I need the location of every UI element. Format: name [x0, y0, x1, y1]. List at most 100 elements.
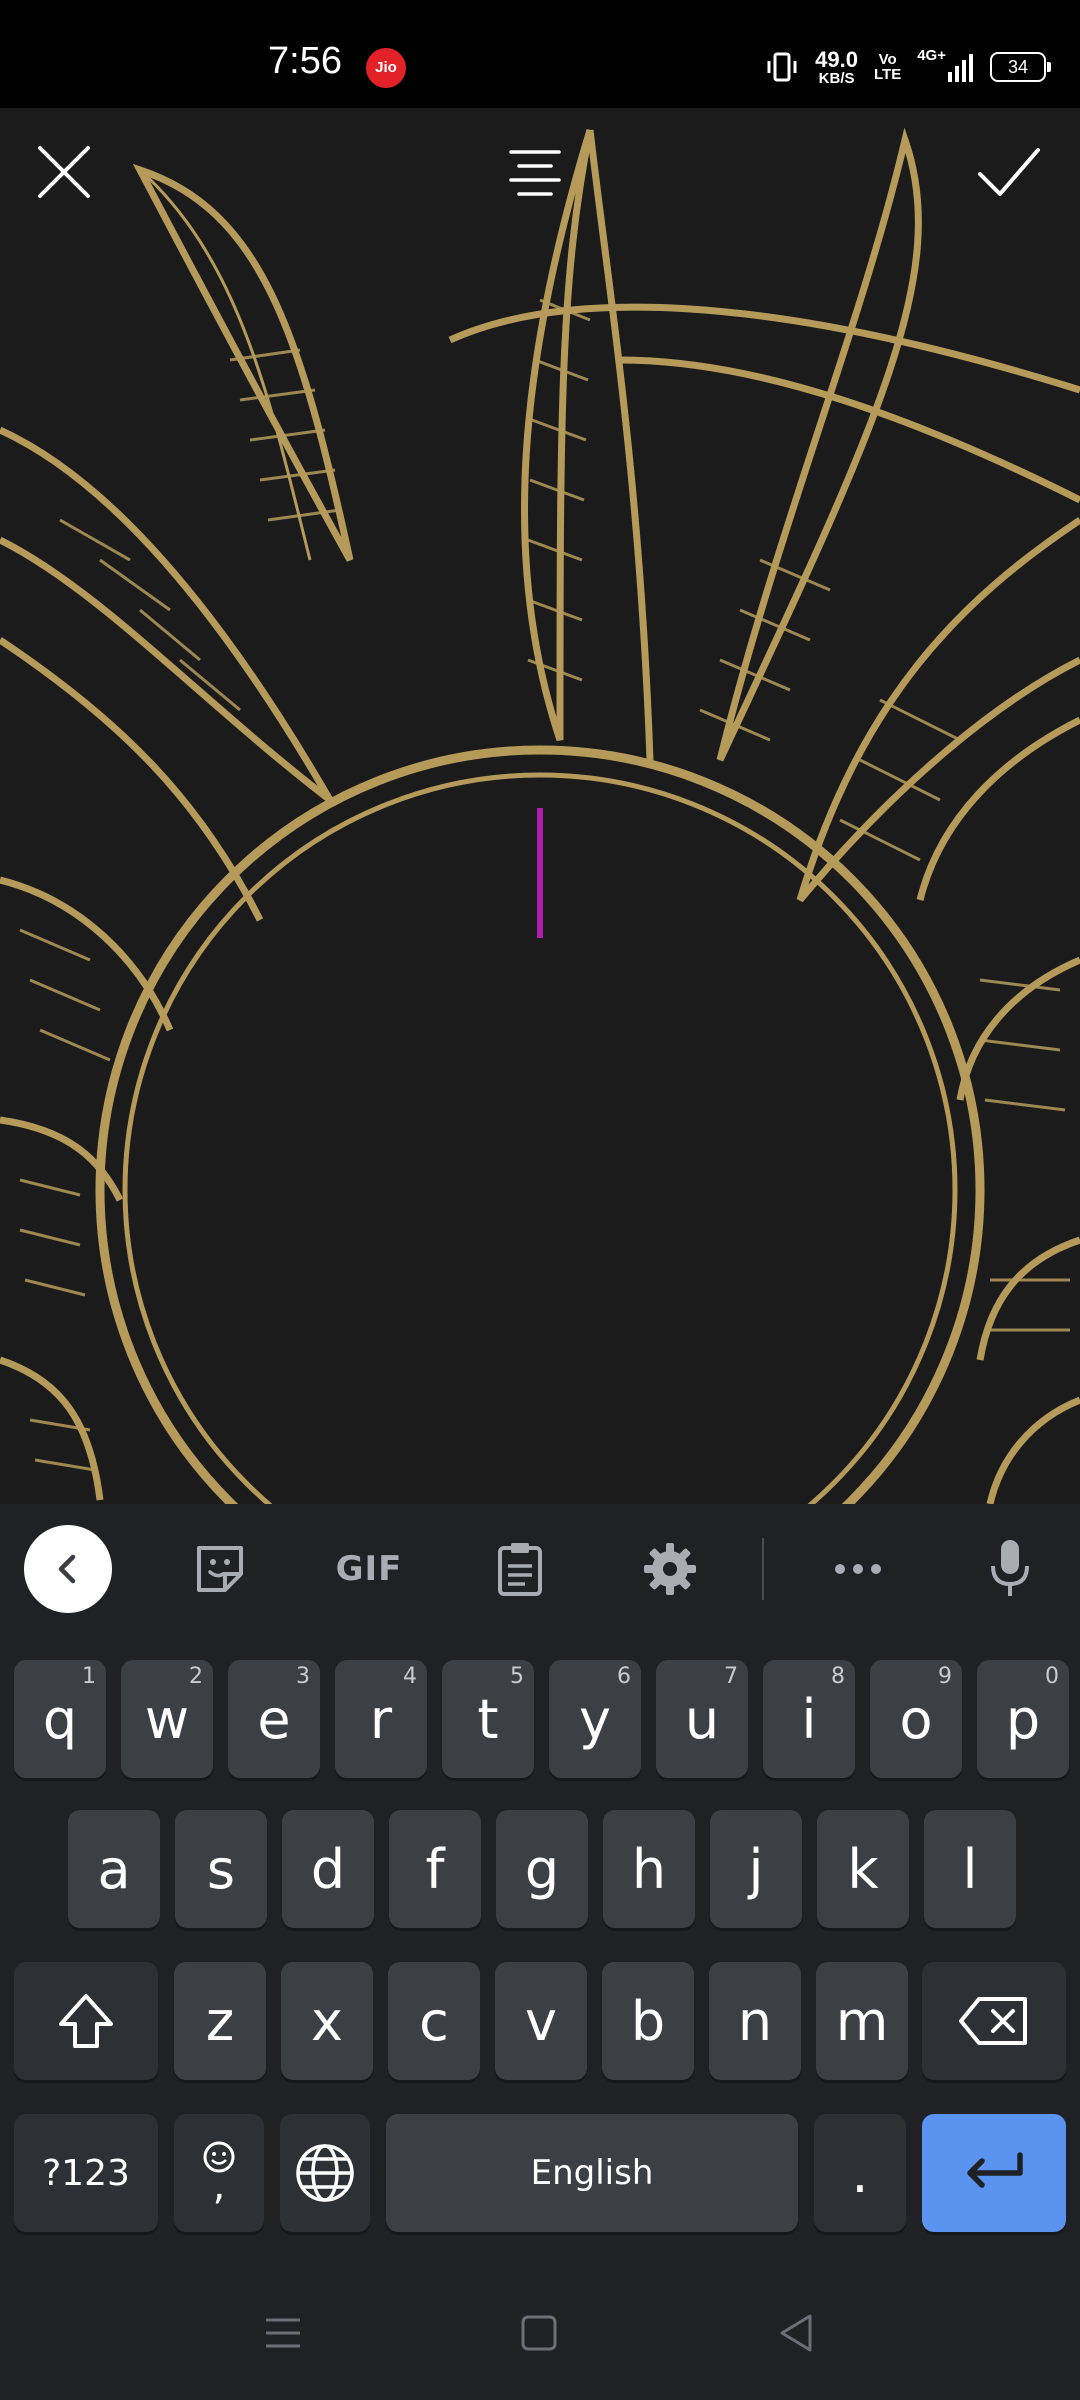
key-label: j [748, 1837, 764, 1901]
recent-apps-icon[interactable] [258, 2308, 308, 2358]
sticker-button[interactable] [184, 1528, 256, 1610]
key-u[interactable]: u7 [656, 1660, 748, 1778]
globe-icon [296, 2144, 354, 2202]
more-horizontal-icon [835, 1564, 881, 1574]
more-button[interactable] [822, 1528, 894, 1610]
key-label: i [801, 1687, 817, 1751]
shift-icon [59, 1994, 113, 2048]
keyboard-toolbar: GIF [0, 1504, 1080, 1634]
key-c[interactable]: c [388, 1962, 480, 2080]
key-label: b [630, 1989, 666, 2053]
key-a[interactable]: a [68, 1810, 160, 1928]
volte-top: Vo [878, 51, 897, 68]
key-z[interactable]: z [174, 1962, 266, 2080]
chevron-left-icon [58, 1554, 76, 1584]
key-label: g [524, 1837, 560, 1901]
key-label: m [835, 1989, 889, 2053]
status-time: 7:56 [268, 40, 342, 82]
space-key[interactable]: English [386, 2114, 798, 2232]
key-p[interactable]: p0 [977, 1660, 1069, 1778]
key-label: x [311, 1989, 343, 2053]
key-t[interactable]: t5 [442, 1660, 534, 1778]
gear-icon [644, 1543, 696, 1595]
key-o[interactable]: o9 [870, 1660, 962, 1778]
navigation-bar [0, 2270, 1080, 2400]
key-label: o [899, 1687, 933, 1751]
key-hint: 0 [1045, 1664, 1059, 1689]
language-key[interactable] [280, 2114, 370, 2232]
key-label: q [42, 1687, 78, 1751]
volte-indicator: Vo LTE [874, 52, 901, 82]
network-speed: 49.0 KB/S [815, 46, 858, 86]
toolbar-back-button[interactable] [24, 1525, 112, 1613]
backspace-key[interactable] [922, 1962, 1066, 2080]
key-d[interactable]: d [282, 1810, 374, 1928]
key-k[interactable]: k [817, 1810, 909, 1928]
comma-label: , [212, 2163, 226, 2209]
key-j[interactable]: j [710, 1810, 802, 1928]
emoji-comma-key[interactable]: , [174, 2114, 264, 2232]
text-align-button[interactable] [505, 142, 575, 212]
key-hint: 3 [296, 1664, 310, 1689]
clipboard-button[interactable] [484, 1528, 556, 1610]
key-hint: 9 [938, 1664, 952, 1689]
key-hint: 1 [82, 1664, 96, 1689]
key-v[interactable]: v [495, 1962, 587, 2080]
key-i[interactable]: i8 [763, 1660, 855, 1778]
key-label: f [425, 1837, 445, 1901]
close-button[interactable] [34, 142, 104, 212]
microphone-icon [991, 1540, 1029, 1596]
key-label: h [631, 1837, 667, 1901]
home-icon[interactable] [514, 2308, 564, 2358]
key-h[interactable]: h [603, 1810, 695, 1928]
network-type: 4G+ [917, 47, 946, 64]
check-icon [978, 148, 1040, 196]
carrier-badge: Jio [366, 48, 406, 88]
confirm-button[interactable] [976, 142, 1046, 212]
voice-input-button[interactable] [974, 1528, 1046, 1610]
period-key[interactable]: . [814, 2114, 906, 2232]
key-label: e [257, 1687, 291, 1751]
key-hint: 6 [617, 1664, 631, 1689]
enter-key[interactable] [922, 2114, 1066, 2232]
keyboard-settings-button[interactable] [634, 1528, 706, 1610]
key-y[interactable]: y6 [549, 1660, 641, 1778]
key-m[interactable]: m [816, 1962, 908, 2080]
key-label: s [206, 1837, 236, 1901]
key-x[interactable]: x [281, 1962, 373, 2080]
toolbar-divider [762, 1538, 764, 1600]
clipboard-icon [498, 1543, 542, 1596]
backspace-icon [959, 1997, 1027, 2045]
signal-icon: 4G+ [917, 47, 974, 82]
key-label: z [205, 1989, 235, 2053]
text-align-center-icon [509, 150, 561, 196]
key-e[interactable]: e3 [228, 1660, 320, 1778]
key-s[interactable]: s [175, 1810, 267, 1928]
key-label: t [477, 1687, 499, 1751]
key-label: w [144, 1687, 190, 1751]
text-cursor [537, 808, 543, 938]
key-label: l [962, 1837, 978, 1901]
sun-artwork [0, 127, 1080, 1504]
close-icon [38, 146, 90, 198]
key-r[interactable]: r4 [335, 1660, 427, 1778]
key-w[interactable]: w2 [121, 1660, 213, 1778]
shift-key[interactable] [14, 1962, 158, 2080]
key-label: n [737, 1989, 773, 2053]
network-speed-value: 49.0 [815, 46, 858, 72]
back-triangle-icon[interactable] [772, 2308, 822, 2358]
key-label: a [97, 1837, 131, 1901]
key-l[interactable]: l [924, 1810, 1016, 1928]
gif-button[interactable]: GIF [326, 1528, 412, 1610]
key-b[interactable]: b [602, 1962, 694, 2080]
key-f[interactable]: f [389, 1810, 481, 1928]
symbols-key[interactable]: ?123 [14, 2114, 158, 2232]
key-hint: 5 [510, 1664, 524, 1689]
enter-arrow-icon [967, 2152, 1023, 2188]
key-n[interactable]: n [709, 1962, 801, 2080]
battery-icon: 34 [990, 52, 1051, 82]
text-editor-canvas[interactable] [0, 108, 1080, 1504]
status-bar: 7:56 Jio 49.0 KB/S Vo LTE 4G+ 34 [0, 0, 1080, 108]
key-g[interactable]: g [496, 1810, 588, 1928]
key-q[interactable]: q1 [14, 1660, 106, 1778]
